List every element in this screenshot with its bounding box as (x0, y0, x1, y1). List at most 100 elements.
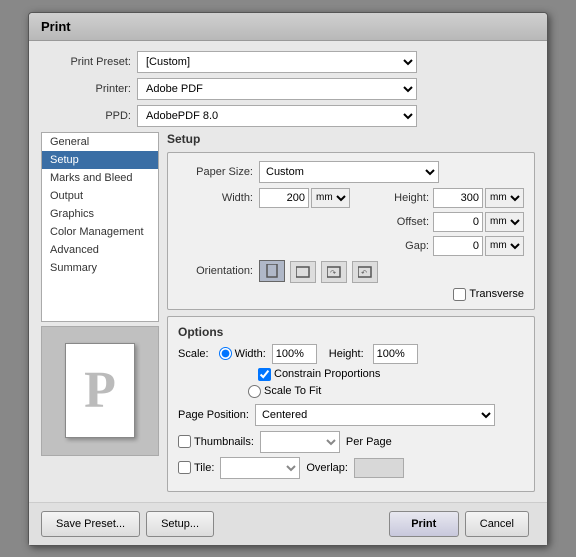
portrait-icon (266, 264, 278, 278)
ppd-label: PPD: (41, 110, 131, 122)
height-row: Height: mm (394, 188, 524, 208)
nav-list: General Setup Marks and Bleed Output Gra… (41, 132, 159, 322)
constrain-row: Constrain Proportions (178, 368, 524, 381)
printer-label: Printer: (41, 83, 131, 95)
height-unit-select[interactable]: mm (485, 188, 524, 208)
width-radio[interactable] (219, 347, 232, 360)
scale-to-fit-radio[interactable] (248, 385, 261, 398)
scale-row: Scale: Width: Height: (178, 344, 524, 364)
gap-row: Gap: mm (394, 236, 524, 256)
gap-unit-select[interactable]: mm (485, 236, 524, 256)
width-spinner: mm (259, 188, 350, 208)
width-label: Width: (178, 192, 253, 204)
width-input[interactable] (259, 188, 309, 208)
preview-page: P (65, 343, 135, 438)
transverse-label[interactable]: Transverse (453, 288, 524, 301)
printer-select[interactable]: Adobe PDF (137, 78, 417, 100)
ppd-row: PPD: AdobePDF 8.0 (41, 105, 535, 127)
paper-size-select[interactable]: Custom (259, 161, 439, 183)
preview-box: P (41, 326, 159, 456)
ppd-select[interactable]: AdobePDF 8.0 (137, 105, 417, 127)
options-box: Options Scale: Width: Height: (167, 316, 535, 492)
scale-width-input[interactable] (272, 344, 317, 364)
left-panel: General Setup Marks and Bleed Output Gra… (41, 132, 159, 492)
nav-item-color-mgmt[interactable]: Color Management (42, 223, 158, 241)
scale-label: Scale: (178, 348, 209, 360)
rotate-ccw-button[interactable]: ↶ (352, 261, 378, 283)
print-preset-row: Print Preset: [Custom] (41, 51, 535, 73)
landscape-icon (296, 266, 310, 278)
cancel-button[interactable]: Cancel (465, 511, 529, 537)
nav-item-graphics[interactable]: Graphics (42, 205, 158, 223)
nav-item-output[interactable]: Output (42, 187, 158, 205)
overlap-input[interactable] (354, 458, 404, 478)
rotate-ccw-icon: ↶ (358, 266, 372, 278)
portrait-button[interactable] (259, 260, 285, 282)
orientation-row: Orientation: ↷ ↶ (178, 260, 524, 283)
setup-section-label: Setup (167, 132, 535, 146)
page-position-label: Page Position: (178, 409, 249, 421)
rotate-cw-icon: ↷ (327, 266, 341, 278)
offset-row: Offset: mm (394, 212, 524, 232)
nav-item-setup[interactable]: Setup (42, 151, 158, 169)
page-position-row: Page Position: Centered (178, 404, 524, 426)
orientation-buttons: ↷ ↶ (259, 260, 380, 283)
paper-size-label: Paper Size: (178, 166, 253, 178)
paper-size-row: Paper Size: Custom (178, 161, 524, 183)
overlap-label: Overlap: (306, 462, 348, 474)
scale-to-fit-label[interactable]: Scale To Fit (248, 385, 321, 398)
setup-box: Paper Size: Custom Width: (167, 152, 535, 310)
transverse-row: Transverse (178, 288, 524, 301)
offset-unit-select[interactable]: mm (485, 212, 524, 232)
transverse-checkbox[interactable] (453, 288, 466, 301)
width-radio-label[interactable]: Width: (219, 347, 266, 360)
dialog-body: Print Preset: [Custom] Printer: Adobe PD… (29, 41, 547, 502)
gap-label: Gap: (394, 240, 429, 252)
height-scale-label: Height: (329, 348, 364, 360)
rotate-cw-button[interactable]: ↷ (321, 261, 347, 283)
page-position-select[interactable]: Centered (255, 404, 495, 426)
scale-fit-row: Scale To Fit (178, 385, 524, 398)
dialog-title: Print (41, 19, 71, 34)
wh-row: Width: mm (178, 188, 524, 256)
main-content: General Setup Marks and Bleed Output Gra… (41, 132, 535, 492)
width-row: Width: mm (178, 188, 384, 208)
landscape-button[interactable] (290, 261, 316, 283)
height-col: Height: mm Offset: (394, 188, 524, 256)
thumbnails-select[interactable] (260, 431, 340, 453)
tile-checkbox-label[interactable]: Tile: (178, 461, 214, 474)
offset-spinner: mm (433, 212, 524, 232)
bottom-buttons: Save Preset... Setup... Print Cancel (29, 502, 547, 545)
save-preset-button[interactable]: Save Preset... (41, 511, 140, 537)
tile-checkbox[interactable] (178, 461, 191, 474)
constrain-checkbox[interactable] (258, 368, 271, 381)
tile-select[interactable] (220, 457, 300, 479)
nav-item-general[interactable]: General (42, 133, 158, 151)
right-fields: Height: mm Offset: (394, 188, 524, 256)
print-button[interactable]: Print (389, 511, 459, 537)
height-input[interactable] (433, 188, 483, 208)
height-label: Height: (394, 192, 429, 204)
width-unit-select[interactable]: mm (311, 188, 350, 208)
tile-row: Tile: Overlap: (178, 457, 524, 479)
thumbnails-checkbox-label[interactable]: Thumbnails: (178, 435, 254, 448)
nav-item-marks-bleed[interactable]: Marks and Bleed (42, 169, 158, 187)
gap-input[interactable] (433, 236, 483, 256)
print-dialog: Print Print Preset: [Custom] Printer: Ad… (28, 12, 548, 546)
print-preset-select[interactable]: [Custom] (137, 51, 417, 73)
svg-text:↷: ↷ (330, 270, 336, 277)
offset-label: Offset: (394, 216, 429, 228)
print-preset-label: Print Preset: (41, 56, 131, 68)
thumbnails-checkbox[interactable] (178, 435, 191, 448)
nav-item-summary[interactable]: Summary (42, 259, 158, 277)
constrain-label[interactable]: Constrain Proportions (258, 368, 380, 381)
height-spinner: mm (433, 188, 524, 208)
offset-input[interactable] (433, 212, 483, 232)
setup-button[interactable]: Setup... (146, 511, 214, 537)
thumbnails-row: Thumbnails: Per Page (178, 431, 524, 453)
options-section-label: Options (178, 325, 524, 339)
svg-text:↶: ↶ (361, 270, 367, 277)
nav-item-advanced[interactable]: Advanced (42, 241, 158, 259)
scale-height-input[interactable] (373, 344, 418, 364)
per-page-label: Per Page (346, 436, 392, 448)
